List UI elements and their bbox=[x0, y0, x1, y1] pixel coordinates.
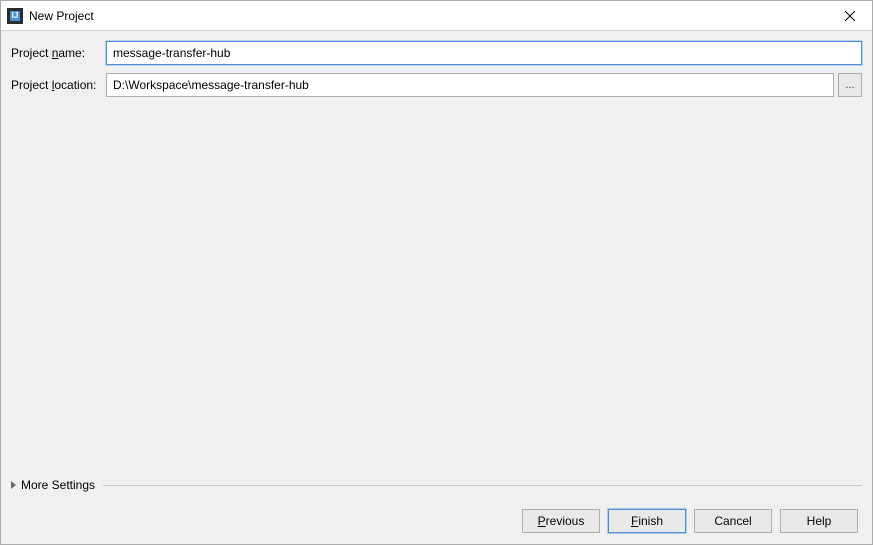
content-spacer bbox=[11, 105, 862, 472]
close-button[interactable] bbox=[827, 1, 872, 31]
project-name-input[interactable] bbox=[106, 41, 862, 65]
expand-right-icon bbox=[11, 481, 16, 489]
finish-button[interactable]: Finish bbox=[608, 509, 686, 533]
project-location-label: Project location: bbox=[11, 78, 106, 92]
cancel-button[interactable]: Cancel bbox=[694, 509, 772, 533]
project-name-row: Project name: bbox=[11, 41, 862, 65]
app-icon: IJ bbox=[7, 8, 23, 24]
dialog-content: Project name: Project location: ... More… bbox=[1, 31, 872, 498]
close-icon bbox=[845, 11, 855, 21]
previous-button[interactable]: Previous bbox=[522, 509, 600, 533]
separator-line bbox=[103, 485, 862, 486]
button-bar: Previous Finish Cancel Help bbox=[1, 498, 872, 544]
titlebar: IJ New Project bbox=[1, 1, 872, 31]
more-settings-toggle[interactable]: More Settings bbox=[11, 472, 862, 498]
browse-location-button[interactable]: ... bbox=[838, 73, 862, 97]
app-icon-glyph: IJ bbox=[10, 11, 20, 21]
project-location-input[interactable] bbox=[106, 73, 834, 97]
more-settings-label: More Settings bbox=[21, 478, 95, 492]
help-button[interactable]: Help bbox=[780, 509, 858, 533]
project-location-row: Project location: ... bbox=[11, 73, 862, 97]
window-title: New Project bbox=[29, 9, 827, 23]
project-name-label: Project name: bbox=[11, 46, 106, 60]
